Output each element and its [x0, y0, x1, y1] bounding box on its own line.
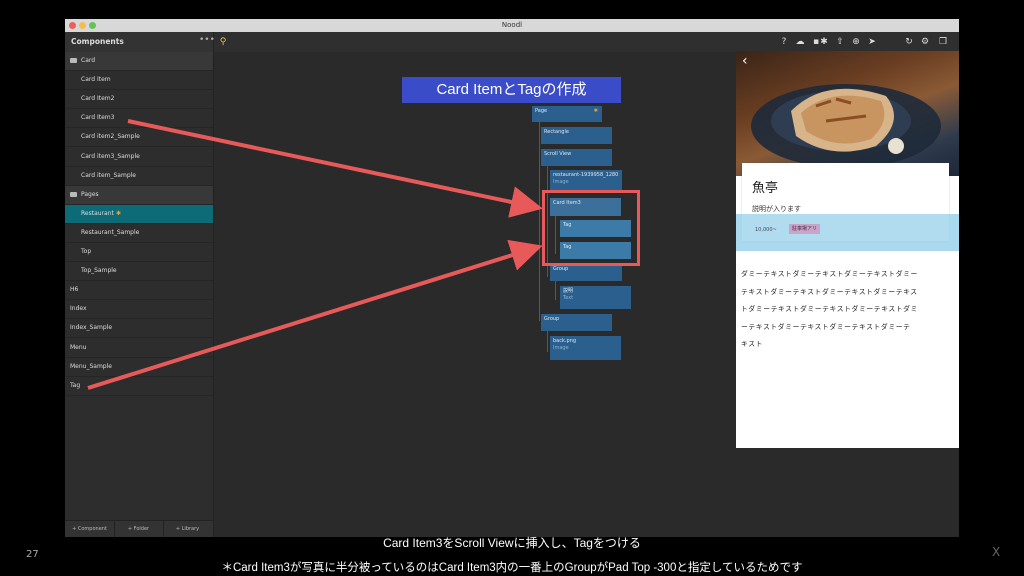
caption-line1: Card Item3をScroll Viewに挿入し、Tagをつける	[383, 536, 641, 550]
close-icon[interactable]: X	[992, 545, 1000, 559]
annotation-arrows	[87, 119, 543, 390]
page-number: 27	[26, 549, 39, 560]
arrow-card-item3	[127, 119, 543, 218]
caption-line2: ＊Card Item3が写真に半分被っているのはCard Item3内の一番上の…	[221, 562, 803, 574]
arrow-tag	[87, 239, 543, 390]
